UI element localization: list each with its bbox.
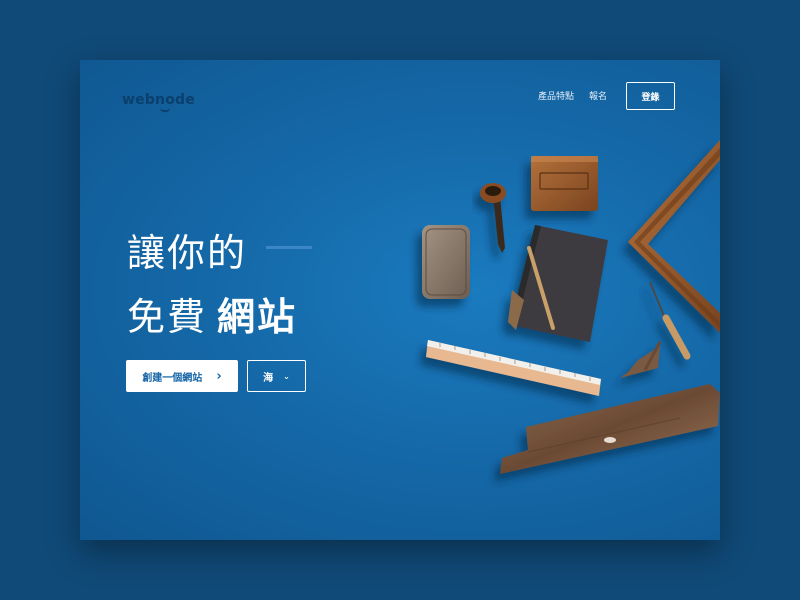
wooden-box-icon [531, 156, 598, 211]
woodworking-tools-illustration [422, 140, 720, 474]
hand-plane-icon [500, 341, 720, 474]
ruler-icon [426, 340, 601, 396]
notebook-icon [508, 225, 608, 342]
frame-corner-icon [628, 140, 720, 333]
pipe-icon [480, 183, 506, 253]
tin-box-icon [422, 225, 470, 299]
landing-card: webnode 產品特點 報名 登錄 讓你的 免費 網站 創建一個網站 › 海 ⌄ [80, 60, 720, 540]
